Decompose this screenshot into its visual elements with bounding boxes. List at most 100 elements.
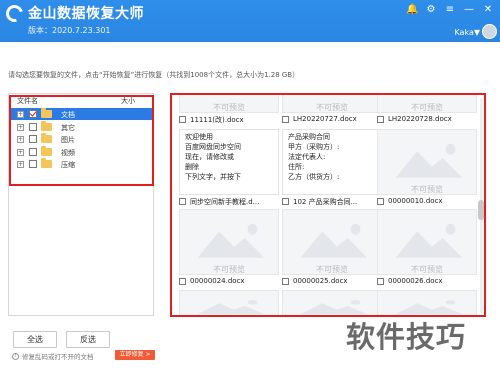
file-card[interactable]: 欢迎使用 百度网盘同步空间 现在，请修改或 删除 下列文字，并按下同步空间新手教程.d.…: [179, 129, 279, 207]
no-preview-label: 不可预览: [213, 103, 245, 112]
file-name: 00000024.docx: [190, 277, 245, 285]
settings-icon[interactable]: ⚙: [425, 4, 437, 16]
file-checkbox[interactable]: [282, 198, 289, 205]
tree-item-label: 文档: [61, 111, 75, 119]
folder-icon: [41, 108, 52, 118]
file-caption: LH20220728.docx: [377, 115, 477, 125]
select-all-button[interactable]: 全选: [13, 331, 57, 348]
file-card[interactable]: 不可预览 LH20220728.docx: [377, 95, 477, 125]
file-checkbox[interactable]: [282, 278, 289, 285]
tree-item-checkbox[interactable]: [29, 160, 37, 168]
app-title: 金山数据恢复大师: [28, 6, 144, 22]
preview-line: 现在，请修改或: [185, 153, 234, 161]
repair-hint: ! 修复乱码或打不开的文档: [12, 351, 94, 361]
expand-icon[interactable]: +: [17, 111, 24, 118]
file-card[interactable]: 不可预览: [179, 290, 279, 315]
scan-summary-text: 请勾选您要恢复的文件，点击“开始恢复”进行恢复（共找到1008个文件，总大小为1…: [8, 71, 300, 79]
tree-item-checkbox[interactable]: [29, 122, 37, 131]
file-checkbox[interactable]: [179, 198, 186, 205]
file-caption: 00000010.docx: [377, 197, 477, 207]
avatar[interactable]: [482, 24, 497, 39]
file-checkbox[interactable]: [179, 278, 186, 285]
file-caption: 00000026.docx: [377, 277, 477, 287]
document-preview: 产品采购合同甲方（采购方）: 法定代表人: 住所: 乙方（供货方）:: [282, 129, 382, 195]
image-placeholder-icon: [283, 216, 381, 260]
info-icon: !: [12, 352, 19, 360]
tree-item[interactable]: + 图片: [9, 133, 153, 145]
file-checkbox[interactable]: [377, 278, 384, 285]
no-preview-label: 不可预览: [411, 265, 443, 274]
expand-icon[interactable]: +: [17, 123, 24, 131]
preview-line: 产品采购合同: [288, 133, 330, 141]
file-card[interactable]: 不可预览 00000010.docx: [377, 129, 477, 207]
file-type-tree: 文件名 大小 + 文档 + 其它 + 图片 + 视频 + 压缩: [8, 93, 154, 316]
file-checkbox[interactable]: [282, 116, 289, 123]
no-preview-label: 不可预览: [213, 265, 245, 274]
tree-item-label: 其它: [61, 123, 75, 132]
tree-item[interactable]: + 视频: [9, 145, 153, 158]
tree-item-checkbox[interactable]: [29, 135, 37, 143]
expand-icon[interactable]: +: [17, 161, 24, 168]
preview-line: 百度网盘同步空间: [185, 143, 241, 151]
tree-item-checkbox[interactable]: [29, 147, 37, 156]
image-placeholder-icon: [378, 297, 476, 315]
preview-line: 乙方（供货方）:: [288, 173, 340, 181]
file-name: 11111(改).docx: [190, 116, 244, 124]
close-icon[interactable]: ✕: [482, 4, 494, 16]
file-checkbox[interactable]: [377, 116, 384, 123]
file-card[interactable]: 不可预览 00000025.docx: [282, 209, 382, 287]
tree-item-label: 压缩: [61, 161, 75, 169]
file-name: 00000010.docx: [388, 197, 443, 205]
file-card[interactable]: 不可预览 LH20220727.docx: [282, 95, 382, 125]
tree-item[interactable]: + 其它: [9, 120, 153, 133]
file-checkbox[interactable]: [377, 198, 384, 205]
invert-selection-button[interactable]: 反选: [66, 331, 110, 348]
menu-icon[interactable]: ≡: [444, 4, 456, 16]
image-placeholder-icon: [378, 136, 476, 180]
image-placeholder-icon: [378, 216, 476, 260]
file-name: 102 产品采购合同...: [293, 198, 358, 206]
file-preview-grid: 不可预览 11111(改).docx 不可预览 LH20220727.docx 不可预览…: [170, 93, 486, 317]
no-preview-thumbnail: 不可预览: [377, 290, 477, 315]
no-preview-thumbnail: 不可预览: [377, 95, 477, 113]
bell-icon[interactable]: 🔔: [406, 4, 418, 16]
preview-line: 法定代表人:: [288, 153, 326, 161]
watermark-text: 软件技巧: [346, 320, 467, 354]
title-bar: 金山数据恢复大师 版本：2020.7.23.301 🔔 ⚙ ≡ — ✕ Kaka▼: [0, 0, 500, 42]
folder-icon: [41, 120, 52, 131]
tree-item[interactable]: + 压缩: [9, 158, 153, 170]
file-caption: 102 产品采购合同...: [282, 197, 382, 207]
preview-line: 甲方（采购方）:: [288, 143, 340, 151]
file-name: 同步空间新手教程.d...: [190, 198, 260, 206]
no-preview-label: 不可预览: [411, 103, 443, 112]
expand-icon[interactable]: +: [17, 136, 24, 143]
file-card[interactable]: 不可预览: [282, 290, 382, 315]
minimize-icon[interactable]: —: [463, 4, 475, 16]
no-preview-label: 不可预览: [316, 265, 348, 274]
preview-line: 下列文字，并按下: [185, 173, 241, 181]
file-name: 00000025.docx: [293, 277, 348, 285]
file-caption: 同步空间新手教程.d...: [179, 197, 279, 207]
file-card[interactable]: 产品采购合同甲方（采购方）: 法定代表人: 住所: 乙方（供货方）: 102 产品采购合…: [282, 129, 382, 207]
file-caption: 11111(改).docx: [179, 115, 279, 125]
no-preview-thumbnail: 不可预览: [179, 290, 279, 315]
tree-item[interactable]: + 文档: [9, 108, 153, 120]
column-header-size: 大小: [121, 97, 135, 105]
window-controls: 🔔 ⚙ ≡ — ✕: [406, 4, 494, 16]
file-card[interactable]: 不可预览 00000026.docx: [377, 209, 477, 287]
document-preview: 欢迎使用 百度网盘同步空间 现在，请修改或 删除 下列文字，并按下: [179, 129, 279, 195]
repair-now-button[interactable]: 立即修复 >: [115, 350, 155, 360]
preview-scrollbar-thumb[interactable]: [478, 200, 484, 220]
no-preview-thumbnail: 不可预览: [377, 129, 477, 195]
file-card[interactable]: 不可预览 11111(改).docx: [179, 95, 279, 125]
no-preview-thumbnail: 不可预览: [377, 209, 477, 275]
preview-line: 住所:: [288, 163, 305, 171]
user-menu[interactable]: Kaka▼: [454, 28, 480, 37]
tree-item-checkbox[interactable]: [29, 110, 37, 118]
no-preview-thumbnail: 不可预览: [282, 290, 382, 315]
image-placeholder-icon: [180, 216, 278, 260]
file-card[interactable]: 不可预览: [377, 290, 477, 315]
expand-icon[interactable]: +: [17, 148, 24, 156]
file-checkbox[interactable]: [179, 116, 186, 123]
file-card[interactable]: 不可预览 00000024.docx: [179, 209, 279, 287]
